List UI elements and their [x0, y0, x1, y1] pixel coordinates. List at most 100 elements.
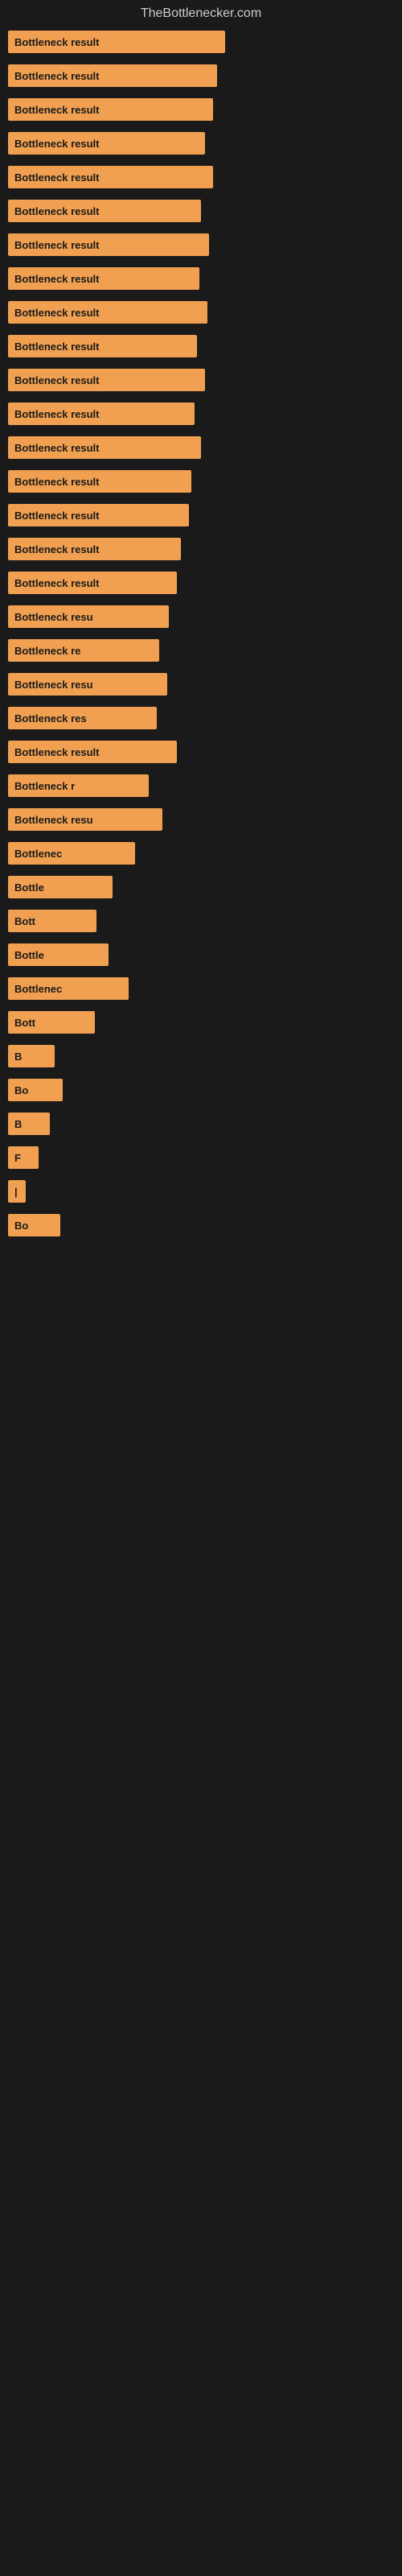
bottleneck-bar[interactable]: Bottleneck resu	[8, 808, 162, 831]
bottleneck-bar[interactable]: |	[8, 1180, 26, 1203]
bottleneck-bar[interactable]: Bottleneck res	[8, 707, 157, 729]
bar-label: Bottleneck result	[14, 205, 99, 217]
bar-label: Bottleneck result	[14, 510, 99, 522]
bar-row: Bottleneck re	[8, 639, 394, 662]
bar-label: Bott	[14, 915, 35, 927]
bar-label: Bottleneck result	[14, 36, 99, 48]
bar-label: Bottleneck result	[14, 543, 99, 555]
bottleneck-bar[interactable]: Bottleneck result	[8, 335, 197, 357]
bar-label: Bottleneck result	[14, 70, 99, 82]
bottleneck-bar[interactable]: Bottlenec	[8, 842, 135, 865]
bar-label: Bottleneck resu	[14, 611, 93, 623]
bar-row: B	[8, 1113, 394, 1135]
bottleneck-bar[interactable]: Bottle	[8, 943, 109, 966]
bar-label: |	[14, 1186, 18, 1198]
bottleneck-bar[interactable]: Bott	[8, 1011, 95, 1034]
bottleneck-bar[interactable]: Bottleneck result	[8, 741, 177, 763]
bar-row: Bottleneck result	[8, 200, 394, 222]
bar-label: Bottleneck resu	[14, 814, 93, 826]
bottleneck-bar[interactable]: F	[8, 1146, 39, 1169]
bottleneck-bar[interactable]: Bottleneck result	[8, 64, 217, 87]
bar-row: Bottleneck r	[8, 774, 394, 797]
bar-label: Bottlenec	[14, 983, 62, 995]
bar-label: Bottleneck result	[14, 577, 99, 589]
bar-row: Bottleneck result	[8, 31, 394, 53]
bottleneck-bar[interactable]: Bottleneck resu	[8, 605, 169, 628]
bar-row: |	[8, 1180, 394, 1203]
bottleneck-bar[interactable]: Bottleneck result	[8, 369, 205, 391]
bottleneck-bar[interactable]: Bottleneck result	[8, 31, 225, 53]
bar-row: Bo	[8, 1079, 394, 1101]
bar-label: Bottleneck result	[14, 138, 99, 150]
bar-label: Bottleneck result	[14, 442, 99, 454]
bar-label: F	[14, 1152, 21, 1164]
bar-row: Bott	[8, 910, 394, 932]
bar-label: Bottleneck result	[14, 408, 99, 420]
bar-row: Bott	[8, 1011, 394, 1034]
bottleneck-bar[interactable]: B	[8, 1113, 50, 1135]
bar-row: Bottleneck result	[8, 233, 394, 256]
bottleneck-bar[interactable]: Bottleneck result	[8, 538, 181, 560]
bar-label: Bottleneck r	[14, 780, 75, 792]
bar-row: F	[8, 1146, 394, 1169]
bar-label: Bottleneck result	[14, 171, 99, 184]
bar-label: B	[14, 1118, 22, 1130]
bar-row: Bottleneck result	[8, 132, 394, 155]
bar-row: Bottleneck result	[8, 436, 394, 459]
bar-label: Bottle	[14, 949, 44, 961]
bar-label: Bottleneck result	[14, 476, 99, 488]
bar-label: Bottleneck result	[14, 746, 99, 758]
bar-row: Bottleneck result	[8, 504, 394, 526]
bar-row: Bottlenec	[8, 977, 394, 1000]
bottleneck-bar[interactable]: Bottleneck result	[8, 301, 207, 324]
bar-row: Bottle	[8, 876, 394, 898]
bar-row: Bottlenec	[8, 842, 394, 865]
bottleneck-bar[interactable]: Bottleneck result	[8, 267, 199, 290]
bar-row: Bottleneck result	[8, 301, 394, 324]
bottleneck-bar[interactable]: Bo	[8, 1079, 63, 1101]
bar-row: Bottleneck res	[8, 707, 394, 729]
bar-row: Bottleneck result	[8, 369, 394, 391]
bottleneck-bar[interactable]: Bott	[8, 910, 96, 932]
bottleneck-bar[interactable]: Bottlenec	[8, 977, 129, 1000]
bar-label: Bottleneck result	[14, 341, 99, 353]
bar-row: Bottleneck result	[8, 166, 394, 188]
bar-row: Bottleneck result	[8, 538, 394, 560]
bar-label: Bottleneck resu	[14, 679, 93, 691]
bottleneck-bar[interactable]: Bottleneck result	[8, 132, 205, 155]
bottleneck-bar[interactable]: Bottleneck result	[8, 166, 213, 188]
bottleneck-bar[interactable]: Bottleneck result	[8, 98, 213, 121]
bottleneck-bar[interactable]: Bottleneck result	[8, 436, 201, 459]
bottleneck-bar[interactable]: Bottle	[8, 876, 113, 898]
bar-label: Bott	[14, 1017, 35, 1029]
bottleneck-bar[interactable]: Bottleneck result	[8, 504, 189, 526]
bar-row: Bottleneck result	[8, 267, 394, 290]
bottleneck-bar[interactable]: Bottleneck re	[8, 639, 159, 662]
bar-row: Bottleneck resu	[8, 673, 394, 696]
bar-label: Bottleneck result	[14, 273, 99, 285]
bottleneck-bar[interactable]: Bottleneck result	[8, 572, 177, 594]
bottleneck-bar[interactable]: Bottleneck result	[8, 233, 209, 256]
bar-row: Bottleneck result	[8, 64, 394, 87]
bottleneck-bar[interactable]: Bottleneck r	[8, 774, 149, 797]
bottleneck-bar[interactable]: Bottleneck result	[8, 402, 195, 425]
site-title: TheBottlenecker.com	[0, 0, 402, 31]
bar-row: Bottleneck resu	[8, 605, 394, 628]
bar-row: Bottleneck result	[8, 572, 394, 594]
bottleneck-bar[interactable]: Bottleneck result	[8, 470, 191, 493]
bar-label: Bottle	[14, 881, 44, 894]
bar-label: Bottleneck result	[14, 104, 99, 116]
bottleneck-bar[interactable]: B	[8, 1045, 55, 1067]
bottleneck-bar[interactable]: Bottleneck resu	[8, 673, 167, 696]
bottleneck-bar[interactable]: Bottleneck result	[8, 200, 201, 222]
bar-row: B	[8, 1045, 394, 1067]
bar-row: Bo	[8, 1214, 394, 1236]
bar-row: Bottleneck result	[8, 402, 394, 425]
bar-label: Bo	[14, 1084, 28, 1096]
bottleneck-bar[interactable]: Bo	[8, 1214, 60, 1236]
bar-row: Bottleneck result	[8, 741, 394, 763]
bar-label: Bottlenec	[14, 848, 62, 860]
bar-label: Bottleneck result	[14, 307, 99, 319]
bar-label: B	[14, 1051, 22, 1063]
bars-container: Bottleneck result Bottleneck result Bottle…	[0, 31, 402, 1236]
